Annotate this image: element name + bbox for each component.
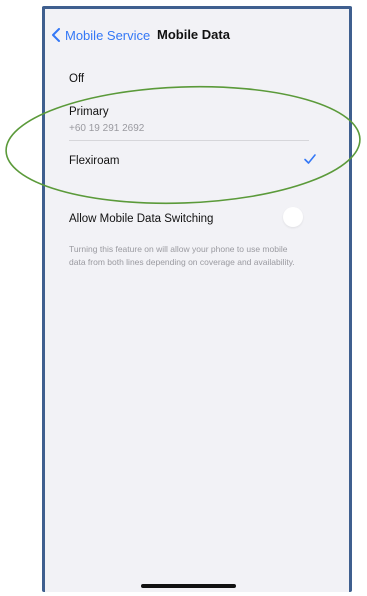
navigation-bar: Mobile Service Mobile Data [45,23,349,47]
page-title: Mobile Data [157,27,230,42]
mobile-data-switching-description: Turning this feature on will allow your … [69,244,295,267]
phone-screen: Mobile Service Mobile Data Off Primary +… [42,6,352,592]
home-indicator[interactable] [141,584,236,588]
option-flexiroam-label: Flexiroam [69,155,120,167]
option-off-label: Off [69,73,85,85]
option-flexiroam[interactable]: Flexiroam [69,155,309,167]
option-primary[interactable]: Primary [69,106,309,118]
back-button-label: Mobile Service [65,27,151,43]
toggle-knob [283,207,303,227]
chevron-left-icon [52,28,60,42]
divider [69,140,309,141]
checkmark-icon [304,154,316,164]
primary-phone-number: +60 19 291 2692 [69,123,145,134]
mobile-data-switching-label: Allow Mobile Data Switching [69,213,214,225]
mobile-data-switching-toggle[interactable] [275,207,303,227]
option-off[interactable]: Off [69,73,309,85]
back-button[interactable]: Mobile Service [51,23,150,47]
option-primary-label: Primary [69,106,109,118]
